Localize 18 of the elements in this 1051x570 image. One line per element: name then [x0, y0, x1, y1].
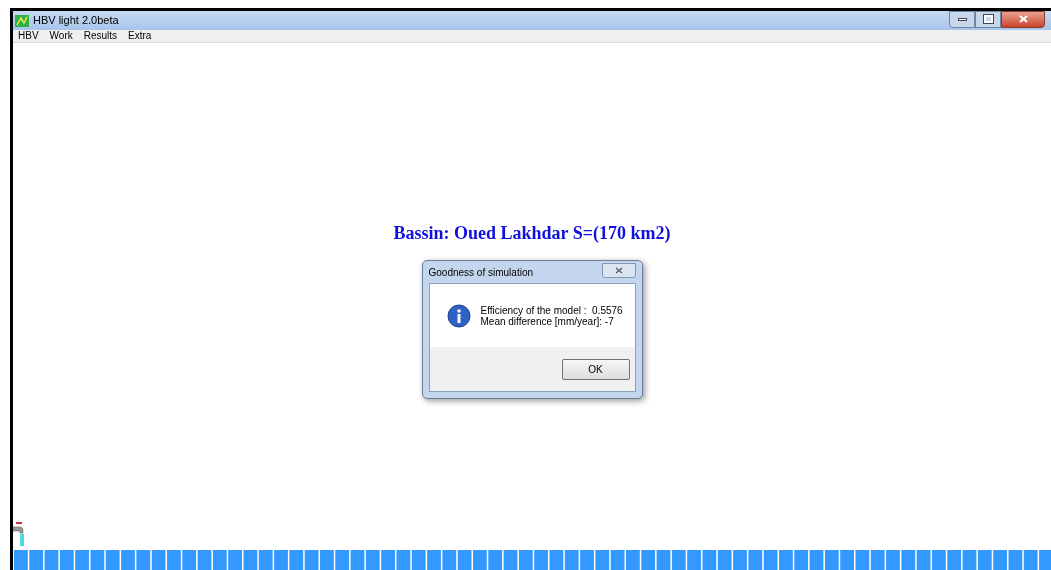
message-text: Efficiency of the model : 0.5576: [480, 304, 623, 316]
close-icon: [614, 266, 623, 274]
menu-item[interactable]: Work: [49, 30, 73, 42]
menu-item[interactable]: Results: [83, 30, 118, 42]
close-button[interactable]: [1001, 10, 1045, 28]
basin-heading: Bassin: Oued Lakhdar S=(170 km2): [393, 222, 671, 245]
restore-button[interactable]: [975, 10, 1001, 28]
info-icon: [446, 303, 471, 328]
app-logo-icon: [15, 14, 29, 27]
menu-item[interactable]: HBV: [18, 30, 39, 42]
menu-item[interactable]: Extra: [128, 30, 152, 42]
window-title: HBV light 2.0beta: [33, 13, 119, 29]
dialog-title: Goodness of simulation: [428, 265, 533, 280]
message-text: Mean difference [mm/year]: -7: [480, 315, 615, 327]
close-icon: [1018, 15, 1028, 23]
ok-button[interactable]: OK: [561, 358, 630, 380]
minimize-button[interactable]: [949, 10, 975, 28]
faucet-icon: [13, 522, 27, 546]
